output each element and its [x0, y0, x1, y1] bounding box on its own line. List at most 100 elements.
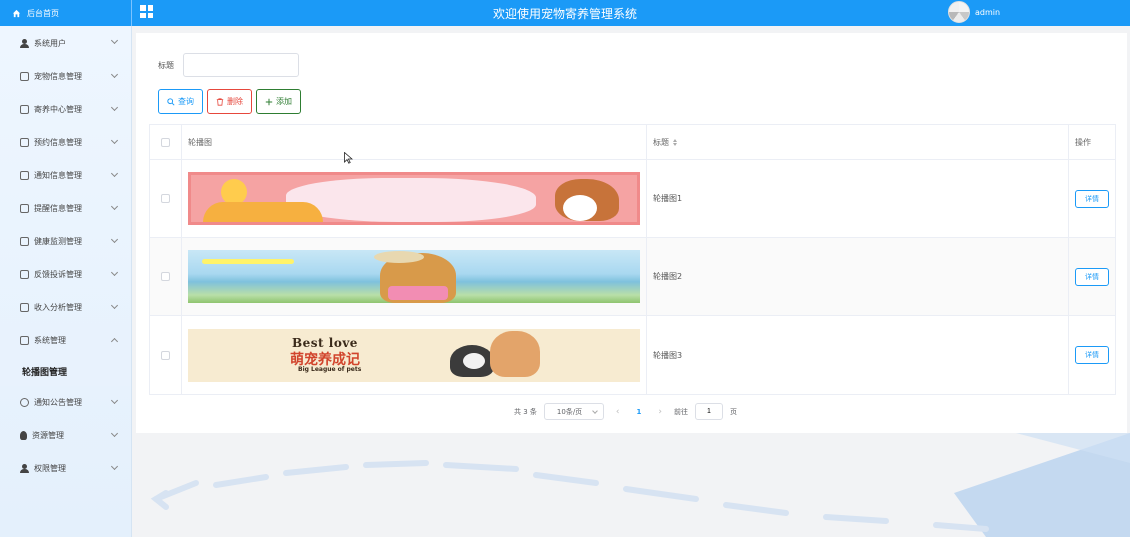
- document-icon: [20, 105, 29, 114]
- row-checkbox[interactable]: [161, 272, 170, 281]
- delete-button[interactable]: 删除: [207, 89, 252, 114]
- chevron-down-icon: [110, 301, 119, 310]
- carousel-image: [188, 250, 640, 303]
- picture-icon: [20, 336, 29, 345]
- sidebar-item-system-management[interactable]: 系统管理: [0, 324, 131, 357]
- detail-button[interactable]: 详情: [1075, 346, 1109, 364]
- column-header-title[interactable]: 标题: [647, 125, 1069, 159]
- sidebar-item-label: 权限管理: [34, 464, 66, 473]
- sidebar-item-label: 通知信息管理: [34, 171, 82, 180]
- query-label: 查询: [178, 97, 194, 106]
- page-size-select[interactable]: 10条/页: [543, 403, 604, 420]
- pagination-total: 共 3 条: [514, 407, 537, 416]
- sidebar-item-label: 系统管理: [34, 336, 66, 345]
- detail-button[interactable]: 详情: [1075, 267, 1109, 286]
- avatar[interactable]: [948, 1, 970, 23]
- home-link[interactable]: 后台首页: [0, 0, 132, 26]
- search-label: 标题: [158, 61, 174, 70]
- goto-page-input[interactable]: [695, 403, 723, 420]
- prev-page-icon[interactable]: ‹: [611, 407, 625, 417]
- add-label: 添加: [276, 97, 292, 106]
- banner-text: Big League of pets: [298, 365, 362, 373]
- trash-icon: [216, 97, 224, 106]
- sort-icon[interactable]: [673, 138, 677, 146]
- background-decoration: [150, 433, 1130, 537]
- chevron-down-icon: [110, 136, 119, 145]
- table-header-row: 轮播图 标题 操作: [150, 125, 1115, 160]
- table-row: Best love 萌宠养成记 Big League of pets 轮播图3 …: [150, 316, 1115, 394]
- plus-icon: [265, 98, 273, 105]
- row-title: 轮播图1: [647, 160, 1069, 237]
- sidebar-item-label: 宠物信息管理: [34, 72, 82, 81]
- carousel-table: 轮播图 标题 操作 轮播图1 详情 轮播图2 详情 Best love 萌宠养成…: [149, 124, 1116, 395]
- row-title: 轮播图3: [647, 316, 1069, 394]
- sidebar-item-resources[interactable]: 资源管理: [0, 419, 131, 452]
- query-button[interactable]: 查询: [158, 89, 203, 114]
- user-icon: [20, 38, 29, 48]
- add-button[interactable]: 添加: [256, 89, 301, 114]
- sidebar-item-label: 系统用户: [34, 38, 66, 48]
- info-icon: [20, 398, 29, 407]
- pagination: 共 3 条 10条/页 ‹ 1 › 前往 页: [514, 403, 737, 420]
- row-checkbox[interactable]: [161, 350, 170, 360]
- mouse-cursor-icon: [344, 152, 353, 164]
- table-row: 轮播图1 详情: [150, 160, 1115, 238]
- sidebar-item-reminders[interactable]: 提醒信息管理: [0, 192, 131, 225]
- chevron-down-icon: [110, 268, 119, 277]
- delete-label: 删除: [227, 97, 243, 106]
- chevron-up-icon: [110, 337, 119, 346]
- carousel-image: Best love 萌宠养成记 Big League of pets: [188, 328, 640, 382]
- sidebar-item-label: 资源管理: [32, 431, 64, 440]
- home-icon: [12, 9, 21, 17]
- document-icon: [20, 270, 29, 279]
- user-icon: [20, 464, 29, 473]
- document-icon: [20, 204, 29, 213]
- carousel-image: [188, 172, 640, 225]
- sidebar-item-appointments[interactable]: 预约信息管理: [0, 126, 131, 159]
- next-page-icon[interactable]: ›: [653, 407, 667, 417]
- page-number[interactable]: 1: [632, 408, 647, 416]
- menu-grid-icon[interactable]: [140, 5, 153, 18]
- sidebar-item-income-analysis[interactable]: 收入分析管理: [0, 291, 131, 324]
- goto-label: 前往: [674, 407, 688, 416]
- sidebar-item-feedback[interactable]: 反馈投诉管理: [0, 258, 131, 291]
- chevron-down-icon: [110, 235, 119, 244]
- chevron-down-icon: [110, 103, 119, 112]
- chevron-down-icon: [110, 36, 119, 45]
- page-suffix: 页: [730, 407, 737, 416]
- row-checkbox[interactable]: [161, 194, 170, 203]
- banner-text: Best love: [292, 335, 358, 350]
- username[interactable]: admin: [975, 8, 1000, 17]
- row-title: 轮播图2: [647, 238, 1069, 315]
- chevron-down-icon: [110, 462, 119, 471]
- sidebar-item-permissions[interactable]: 权限管理: [0, 452, 131, 485]
- sidebar-item-announcements[interactable]: 通知公告管理: [0, 386, 131, 419]
- sidebar-item-label: 提醒信息管理: [34, 204, 82, 213]
- sidebar-item-health-monitoring[interactable]: 健康监测管理: [0, 225, 131, 258]
- chevron-down-icon: [110, 169, 119, 178]
- sidebar-item-label: 反馈投诉管理: [34, 270, 82, 279]
- sidebar-item-label: 通知公告管理: [34, 398, 82, 407]
- sidebar: 系统用户 宠物信息管理 寄养中心管理 预约信息管理 通知信息管理 提醒信息管理 …: [0, 26, 132, 537]
- column-header-image: 轮播图: [182, 125, 647, 159]
- document-icon: [20, 72, 29, 81]
- sidebar-item-label: 健康监测管理: [34, 237, 82, 246]
- chevron-down-icon: [110, 202, 119, 211]
- document-icon: [20, 303, 29, 312]
- home-label: 后台首页: [27, 8, 59, 18]
- detail-button[interactable]: 详情: [1075, 189, 1109, 208]
- chevron-down-icon: [110, 396, 119, 405]
- sidebar-item-system-users[interactable]: 系统用户: [0, 26, 131, 60]
- bulb-icon: [20, 431, 27, 440]
- sidebar-item-pet-info[interactable]: 宠物信息管理: [0, 60, 131, 93]
- table-row: 轮播图2 详情: [150, 238, 1115, 316]
- select-all-checkbox[interactable]: [161, 137, 170, 147]
- sidebar-subitem-carousel[interactable]: 轮播图管理: [0, 357, 131, 386]
- document-icon: [20, 171, 29, 180]
- sidebar-item-foster-center[interactable]: 寄养中心管理: [0, 93, 131, 126]
- sidebar-item-label: 寄养中心管理: [34, 105, 82, 114]
- main-panel: 标题 查询 删除 添加 轮播图 标题 操作 轮播图1 详情 轮播图2 详情 Be…: [136, 33, 1127, 433]
- title-search-input[interactable]: [183, 53, 299, 77]
- chevron-down-icon: [110, 429, 119, 438]
- sidebar-item-notifications[interactable]: 通知信息管理: [0, 159, 131, 192]
